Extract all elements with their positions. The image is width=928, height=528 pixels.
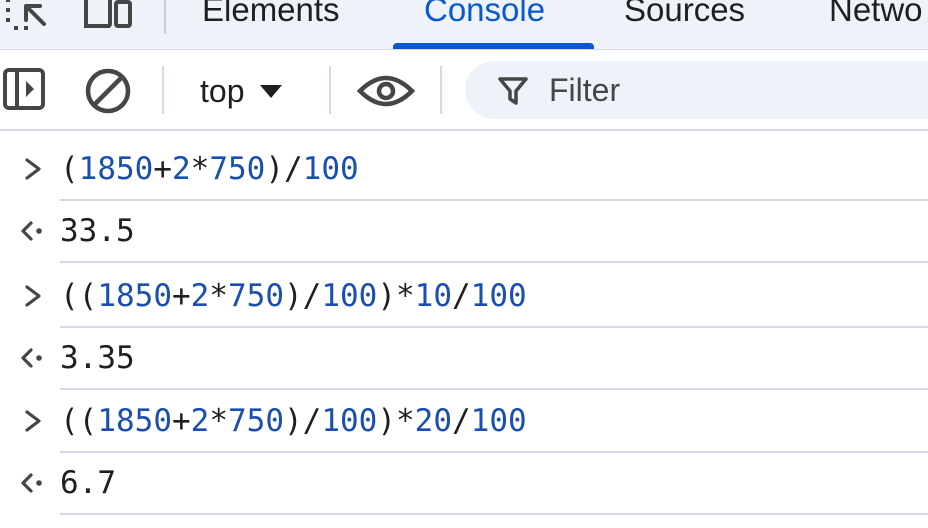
console-result-row[interactable]: 6.7 — [0, 452, 928, 515]
operator-token: )* — [377, 403, 415, 439]
console-result-row[interactable]: 3.35 — [0, 327, 928, 390]
operator-token: (( — [60, 278, 98, 314]
console-expression[interactable]: ((1850+2*750)/100)*10/100 — [60, 275, 527, 317]
result-arrow-icon — [18, 216, 48, 246]
input-prompt-chevron-icon — [18, 154, 48, 184]
tab-network[interactable]: Netwo — [829, 0, 923, 34]
filter-funnel-icon — [497, 75, 529, 112]
number-token: 750 — [228, 403, 284, 439]
toolbar-divider — [162, 66, 164, 114]
number-token: 2 — [190, 403, 210, 439]
toolbar-divider — [440, 66, 442, 114]
devtools-tabbar: Elements Console Sources Netwo — [0, 0, 928, 50]
number-token: 1850 — [97, 403, 172, 439]
context-selector[interactable]: top — [200, 69, 283, 113]
caret-down-icon — [260, 84, 283, 98]
result-arrow-icon — [18, 468, 48, 498]
console-result-value: 33.5 — [60, 213, 135, 249]
console-expression[interactable]: (1850+2*750)/100 — [60, 148, 359, 190]
toolbar-divider — [329, 66, 331, 114]
number-token: 2 — [172, 151, 191, 187]
tab-elements[interactable]: Elements — [202, 0, 340, 34]
operator-token: )/ — [284, 403, 322, 439]
sidebar-toggle-icon[interactable] — [2, 67, 48, 118]
clear-console-icon[interactable] — [84, 67, 132, 120]
device-toolbar-icon[interactable] — [82, 0, 134, 39]
console-result-value: 6.7 — [60, 465, 116, 501]
console-result-row[interactable]: 33.5 — [0, 200, 928, 263]
number-token: 1850 — [78, 151, 154, 187]
live-expression-eye-icon[interactable] — [356, 71, 416, 116]
number-token: 1850 — [97, 278, 172, 314]
number-token: 100 — [321, 403, 378, 439]
console-input-row[interactable]: ((1850+2*750)/100)*10/100 — [0, 265, 928, 328]
number-token: 750 — [209, 151, 266, 187]
console-expression[interactable]: ((1850+2*750)/100)*20/100 — [60, 400, 527, 442]
row-divider — [60, 261, 928, 263]
number-token: 10 — [414, 278, 452, 314]
number-token: 20 — [414, 403, 452, 439]
row-divider — [60, 513, 928, 515]
operator-token: )/ — [284, 278, 322, 314]
tab-sources[interactable]: Sources — [624, 0, 745, 34]
operator-token: (( — [60, 403, 98, 439]
number-token: 100 — [321, 278, 378, 314]
operator-token: ( — [60, 151, 79, 187]
operator-token: + — [153, 151, 172, 187]
operator-token: * — [209, 403, 228, 439]
input-prompt-chevron-icon — [18, 406, 48, 436]
number-token: 100 — [302, 151, 359, 187]
operator-token: / — [451, 278, 471, 314]
operator-token: * — [190, 151, 210, 187]
operator-token: )* — [377, 278, 415, 314]
tabbar-border — [0, 49, 928, 50]
operator-token: / — [451, 403, 471, 439]
number-token: 100 — [470, 403, 527, 439]
operator-token: + — [171, 278, 191, 314]
operator-token: + — [171, 403, 191, 439]
operator-token: )/ — [265, 151, 303, 187]
filter-input[interactable]: Filter — [465, 61, 928, 119]
number-token: 750 — [228, 278, 284, 314]
console-log[interactable]: (1850+2*750)/100 33.5 ((1850+2*750)/100)*1… — [0, 131, 928, 528]
console-input-row[interactable]: ((1850+2*750)/100)*20/100 — [0, 390, 928, 453]
tab-console[interactable]: Console — [424, 0, 545, 34]
operator-token: * — [209, 278, 228, 314]
filter-placeholder: Filter — [549, 72, 621, 108]
number-token: 100 — [470, 278, 527, 314]
console-result-value: 3.35 — [60, 340, 135, 376]
number-token: 2 — [190, 278, 210, 314]
console-input-row[interactable]: (1850+2*750)/100 — [0, 138, 928, 201]
input-prompt-chevron-icon — [18, 281, 48, 311]
tabbar-divider — [164, 0, 166, 34]
result-arrow-icon — [18, 343, 48, 373]
console-toolbar: top Filter — [0, 51, 928, 129]
inspect-element-icon[interactable] — [4, 0, 50, 39]
context-selector-value: top — [200, 72, 245, 109]
